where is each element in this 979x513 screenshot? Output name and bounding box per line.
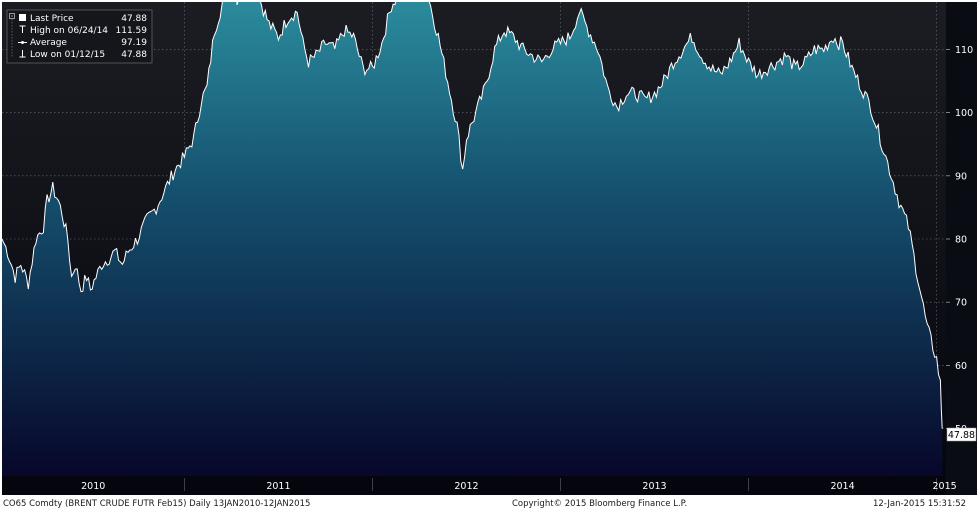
legend-label: Last Price [30,14,74,24]
footer-copyright: Copyright© 2015 Bloomberg Finance L.P. [512,499,688,509]
legend-label: High on 06/24/14 [30,26,108,36]
x-tick-label: 2014 [830,481,854,492]
price-chart: 5060708090100110 20102011201220132014201… [2,2,977,495]
legend-item-high: High on 06/24/14 111.59 [19,25,148,36]
square-icon [19,14,26,21]
legend-label: Average [30,38,67,48]
legend-value: 97.19 [121,38,147,48]
y-tick-label: 80 [955,235,967,246]
x-tick-label: 2010 [81,481,105,492]
right-axis-background [946,2,977,495]
y-tick-label: 70 [955,298,967,309]
x-tick-label: 2011 [266,481,290,492]
legend-value: 111.59 [116,26,148,36]
x-tick-label: 2012 [454,481,478,492]
y-tick-label: 60 [955,361,967,372]
y-tick-label: 100 [955,108,973,119]
legend-value: 47.88 [121,14,147,24]
legend: Last Price 47.88 High on 06/24/14 111.59… [6,9,153,64]
chart-window: 5060708090100110 20102011201220132014201… [0,0,979,513]
legend-item-low: Low on 01/12/15 47.88 [19,50,147,60]
footer-timestamp: 12-Jan-2015 15:31:52 [873,499,967,509]
footer-security-info: CO65 Comdty (BRENT CRUDE FUTR Feb15) Dai… [3,499,311,509]
last-price-tag-value: 47.88 [948,430,975,441]
legend-value: 47.88 [121,50,147,60]
x-tick-label: 2013 [642,481,666,492]
legend-label: Low on 01/12/15 [30,50,105,60]
x-tick-label: 2015 [933,481,957,492]
y-tick-label: 90 [955,171,967,182]
last-price-tag: 47.88 [946,427,977,442]
y-tick-label: 110 [955,45,973,56]
